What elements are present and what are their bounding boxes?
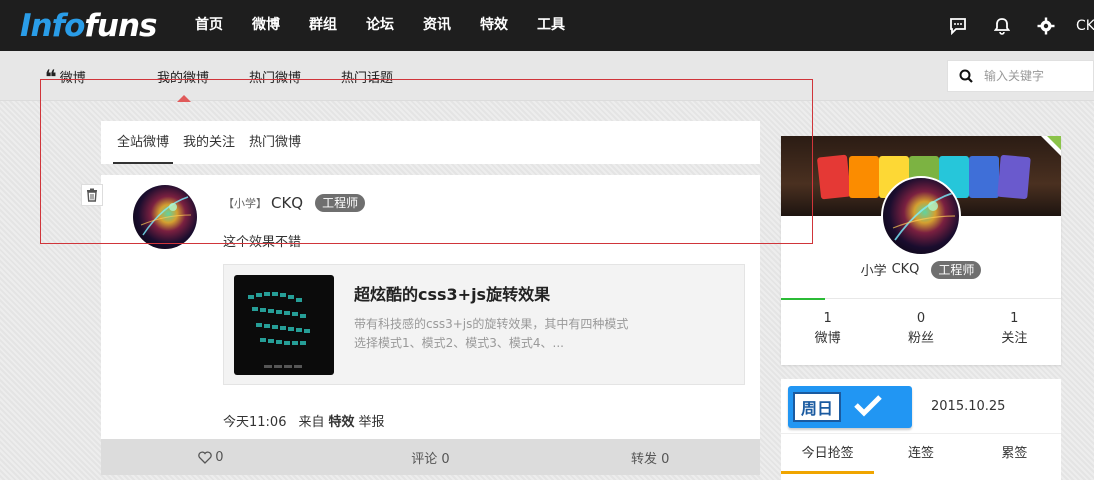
user-name[interactable]: CKQ xyxy=(271,194,303,212)
banner-decoration xyxy=(816,154,852,200)
like-count: 0 xyxy=(215,449,224,465)
post-time: 今天11:06 xyxy=(223,415,287,430)
tab-hot-weibo[interactable]: 热门微博 xyxy=(249,67,301,86)
tab-streak[interactable]: 连签 xyxy=(874,434,967,474)
message-icon[interactable] xyxy=(936,0,980,51)
post-header: 【小学】 CKQ 工程师 xyxy=(223,194,366,212)
stat-followers[interactable]: 0 粉丝 xyxy=(874,309,967,349)
post-from-label: 来自 xyxy=(298,415,325,430)
weibo-subnav: ❝ 微博 我的微博 热门微博 热门话题 xyxy=(0,51,1094,102)
post-meta: 今天11:06 来自 特效 举报 xyxy=(223,411,389,430)
search-icon[interactable] xyxy=(948,69,984,83)
share-desc-line: 选择模式1、模式2、模式3、模式4、... xyxy=(354,336,564,350)
signin-button[interactable]: 周日 xyxy=(788,386,912,428)
corner-ribbon xyxy=(1047,136,1061,150)
signin-day: 周日 xyxy=(793,392,842,422)
banner-decoration xyxy=(997,154,1031,200)
like-button[interactable]: 0 xyxy=(101,439,321,475)
profile-rank: 小学 xyxy=(860,264,887,279)
tab-total[interactable]: 累签 xyxy=(968,434,1061,474)
profile-username[interactable]: CKQ xyxy=(892,262,920,277)
nav-home[interactable]: 首页 xyxy=(195,0,223,51)
signin-date: 2015.10.25 xyxy=(931,399,1006,414)
banner-decoration xyxy=(849,156,879,198)
subnav-tabs: 我的微博 热门微博 热门话题 xyxy=(157,67,433,102)
weibo-brand: ❝ 微博 xyxy=(45,64,86,89)
share-thumbnail xyxy=(234,275,334,375)
post-source-link[interactable]: 特效 xyxy=(328,411,354,430)
nav-effects[interactable]: 特效 xyxy=(480,0,508,51)
feed-tab-all[interactable]: 全站微博 xyxy=(113,121,174,164)
share-desc-line: 带有科技感的css3+js的旋转效果，其中有四种模式 xyxy=(354,317,629,331)
top-username[interactable]: CKQ xyxy=(1076,18,1094,34)
report-link[interactable]: 举报 xyxy=(359,411,385,430)
nav-groups[interactable]: 群组 xyxy=(309,0,337,51)
divider xyxy=(825,298,1061,299)
feed-tab-hot[interactable]: 热门微博 xyxy=(245,121,305,164)
profile-avatar[interactable] xyxy=(881,176,961,256)
delete-button[interactable] xyxy=(81,184,103,206)
infofuns-logo[interactable]: Infofuns xyxy=(20,8,157,44)
profile-badge: 工程师 xyxy=(931,260,982,279)
stat-label: 关注 xyxy=(1001,331,1028,346)
heart-icon xyxy=(198,450,212,464)
signin-card: 周日 2015.10.25 今日抢签 连签 累签 xyxy=(781,379,1061,480)
profile-name: 小学 CKQ 工程师 xyxy=(781,260,1061,279)
share-description: 带有科技感的css3+js的旋转效果，其中有四种模式 选择模式1、模式2、模式3… xyxy=(354,315,674,353)
quote-icon: ❝ xyxy=(45,64,57,89)
bell-icon[interactable] xyxy=(980,0,1024,51)
nav-weibo[interactable]: 微博 xyxy=(252,0,280,51)
profile-card: 小学 CKQ 工程师 1 微博 0 粉丝 1 关注 xyxy=(781,136,1061,365)
stat-label: 微博 xyxy=(814,331,841,346)
profile-stats: 1 微博 0 粉丝 1 关注 xyxy=(781,309,1061,349)
trash-icon xyxy=(87,188,97,202)
user-rank: 【小学】 xyxy=(223,197,267,210)
banner-decoration xyxy=(969,156,999,198)
weibo-post: 【小学】 CKQ 工程师 这个效果不错 超炫酷的css3+js旋转效果 带有科技… xyxy=(101,175,760,475)
tab-today-signin[interactable]: 今日抢签 xyxy=(781,434,875,474)
main-nav: 首页 微博 群组 论坛 资讯 特效 工具 xyxy=(195,0,594,51)
stat-weibo[interactable]: 1 微博 xyxy=(781,309,874,349)
top-icons: CKQ xyxy=(936,0,1094,51)
gear-icon[interactable] xyxy=(1024,0,1068,51)
stat-label: 粉丝 xyxy=(907,331,934,346)
role-badge: 工程师 xyxy=(315,194,366,212)
divider xyxy=(781,298,825,300)
signin-tabs: 今日抢签 连签 累签 xyxy=(781,433,1061,474)
stat-count: 1 xyxy=(1010,311,1019,326)
nav-tools[interactable]: 工具 xyxy=(537,0,565,51)
nav-forum[interactable]: 论坛 xyxy=(366,0,394,51)
top-navbar: Infofuns 首页 微博 群组 论坛 资讯 特效 工具 CKQ xyxy=(0,0,1094,51)
repost-button[interactable]: 转发 0 xyxy=(540,439,760,475)
shared-link-card[interactable]: 超炫酷的css3+js旋转效果 带有科技感的css3+js的旋转效果，其中有四种… xyxy=(223,264,745,385)
feed-tab-following[interactable]: 我的关注 xyxy=(179,121,239,164)
search-box xyxy=(947,60,1094,92)
post-text: 这个效果不错 xyxy=(223,235,302,250)
search-input[interactable] xyxy=(984,69,1089,83)
post-actions: 0 评论 0 转发 0 xyxy=(101,439,760,475)
checkmark-icon xyxy=(853,393,883,421)
tab-hot-topics[interactable]: 热门话题 xyxy=(341,67,393,86)
tab-my-weibo[interactable]: 我的微博 xyxy=(157,67,209,102)
comment-button[interactable]: 评论 0 xyxy=(321,439,541,475)
avatar[interactable] xyxy=(133,185,197,249)
feed-tabs: 全站微博 我的关注 热门微博 xyxy=(101,121,760,164)
share-title[interactable]: 超炫酷的css3+js旋转效果 xyxy=(354,281,550,305)
stat-following[interactable]: 1 关注 xyxy=(968,309,1061,349)
stat-count: 0 xyxy=(916,311,926,326)
stat-count: 1 xyxy=(823,311,832,326)
nav-news[interactable]: 资讯 xyxy=(423,0,451,51)
